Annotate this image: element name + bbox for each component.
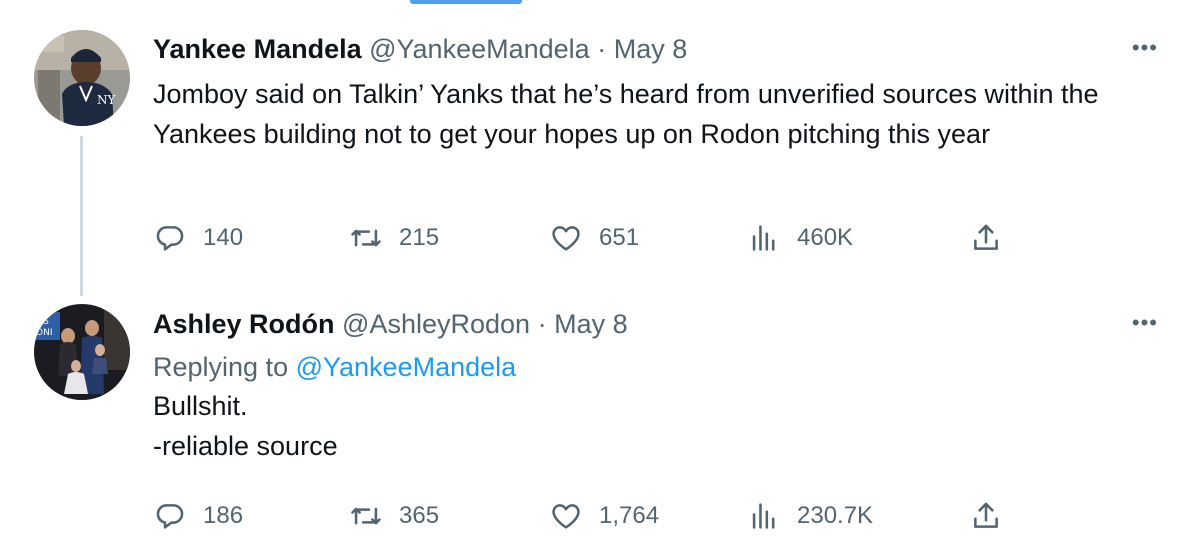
tweet-text-line: -reliable source: [153, 431, 338, 461]
separator: ·: [537, 309, 547, 339]
display-name[interactable]: Ashley Rodón: [153, 309, 335, 339]
like-icon: [549, 499, 583, 533]
retweet-count: 365: [399, 502, 440, 529]
display-name[interactable]: Yankee Mandela: [153, 34, 362, 64]
like-count: 1,764: [599, 502, 660, 529]
tweet-header: Yankee Mandela @YankeeMandela · May 8: [153, 32, 687, 66]
like-button[interactable]: 1,764: [549, 498, 659, 534]
retweet-icon: [349, 499, 383, 533]
tweet-actions: 186 365 1,764 230.7K: [153, 498, 1013, 534]
views-icon: [747, 221, 781, 255]
views-button[interactable]: 230.7K: [747, 498, 873, 534]
replying-to: Replying to @YankeeMandela: [153, 349, 516, 385]
replying-to-handle-link[interactable]: @YankeeMandela: [296, 352, 517, 382]
reply-button[interactable]: 140: [153, 220, 243, 256]
reply-icon: [153, 499, 187, 533]
views-count: 230.7K: [797, 502, 874, 529]
retweet-button[interactable]: 215: [349, 220, 439, 256]
tweet-header: Ashley Rodón @AshleyRodon · May 8: [153, 307, 628, 341]
share-button[interactable]: [969, 498, 1003, 534]
like-icon: [549, 221, 583, 255]
handle[interactable]: @YankeeMandela: [369, 34, 590, 64]
tweet-text-line: Bullshit.: [153, 391, 248, 421]
replying-to-label: Replying to: [153, 352, 289, 382]
more-icon[interactable]: •••: [1132, 37, 1158, 59]
reply-button[interactable]: 186: [153, 498, 243, 534]
more-icon[interactable]: •••: [1132, 312, 1158, 334]
separator: ·: [597, 34, 607, 64]
views-button[interactable]: 460K: [747, 220, 853, 256]
retweet-icon: [349, 221, 383, 255]
svg-text:ONI: ONI: [36, 328, 52, 338]
tweet-text: Jomboy said on Talkin’ Yanks that he’s h…: [153, 79, 1099, 149]
svg-text:OS: OS: [36, 317, 49, 327]
timestamp[interactable]: May 8: [554, 309, 628, 339]
svg-text:NY: NY: [97, 93, 117, 107]
tweet-actions: 140 215 651 460K: [153, 220, 1013, 256]
timestamp[interactable]: May 8: [614, 34, 688, 64]
share-icon: [969, 499, 1003, 533]
retweet-count: 215: [399, 224, 440, 251]
tweet-text: Bullshit. -reliable source: [153, 386, 1153, 466]
tweet-ashley-rodon[interactable]: OS ONI Ashley Rodón @AshleyRodon · May 8…: [0, 285, 1198, 538]
views-icon: [747, 499, 781, 533]
avatar[interactable]: OS ONI: [34, 304, 130, 400]
share-icon: [969, 221, 1003, 255]
share-button[interactable]: [969, 220, 1003, 256]
tweet-yankee-mandela[interactable]: NY Yankee Mandela @YankeeMandela · May 8…: [0, 0, 1198, 285]
like-count: 651: [599, 224, 640, 251]
views-count: 460K: [797, 224, 854, 251]
handle[interactable]: @AshleyRodon: [342, 309, 530, 339]
reply-count: 140: [203, 224, 244, 251]
retweet-button[interactable]: 365: [349, 498, 439, 534]
reply-icon: [153, 221, 187, 255]
reply-count: 186: [203, 502, 244, 529]
avatar[interactable]: NY: [34, 30, 130, 126]
like-button[interactable]: 651: [549, 220, 639, 256]
